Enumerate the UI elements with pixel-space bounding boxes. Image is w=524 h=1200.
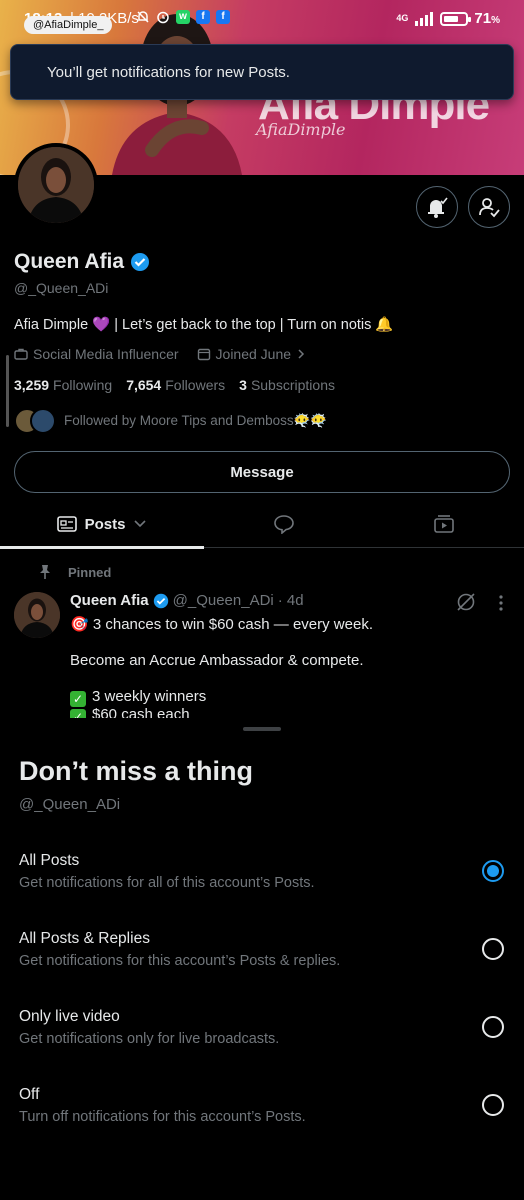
chevron-down-icon (134, 520, 146, 528)
video-media-icon (434, 515, 454, 533)
banner-handle-chip: @AfiaDimple_ (24, 16, 113, 34)
post-header: Queen Afia @_Queen_ADi · 4d (70, 592, 304, 609)
option-description: Get notifications only for live broadcas… (19, 1031, 280, 1047)
profile-avatar[interactable] (14, 143, 98, 227)
check-mark-icon: ✓ (70, 691, 86, 707)
battery-fill (444, 15, 459, 22)
tab-active-indicator (0, 546, 204, 549)
post-author-name[interactable]: Queen Afia (70, 592, 149, 609)
post-avatar-photo (14, 592, 60, 638)
reply-bubble-icon (274, 515, 294, 534)
radio-all-posts[interactable] (482, 860, 504, 882)
alarm-icon (157, 11, 169, 24)
option-label: Only live video (19, 1008, 120, 1025)
pin-icon (40, 565, 50, 579)
tab-replies[interactable] (204, 500, 364, 548)
option-off[interactable]: Off Turn off notifications for this acco… (0, 1086, 524, 1150)
notification-settings-sheet: Don’t miss a thing @_Queen_ADi All Posts… (0, 718, 524, 1200)
signal-icon (415, 11, 434, 26)
radio-all-posts-replies[interactable] (482, 938, 504, 960)
post-text-line-2: Become an Accrue Ambassador & compete. (70, 652, 364, 669)
profile-handle: @_Queen_ADi (14, 280, 109, 296)
post-author-handle: @_Queen_ADi (172, 592, 274, 609)
profile-bio: Afia Dimple 💜 | Let’s get back to the to… (14, 317, 394, 333)
following-stat[interactable]: 3,259 Following (14, 377, 112, 393)
profile-name: Queen Afia (14, 250, 125, 273)
followers-stat[interactable]: 7,654 Followers (126, 377, 225, 393)
facebook-icon: f (196, 10, 210, 24)
option-label: All Posts & Replies (19, 930, 150, 947)
profile-joined[interactable]: Joined June (197, 346, 307, 362)
subscriptions-stat[interactable]: 3 Subscriptions (239, 377, 335, 393)
profile-meta: Social Media Influencer Joined June (14, 346, 306, 362)
battery-icon (440, 11, 472, 26)
option-label: All Posts (19, 852, 80, 869)
bell-check-icon (428, 197, 448, 218)
radio-only-live-video[interactable] (482, 1016, 504, 1038)
banner-signature: AfiaDimple (256, 120, 346, 139)
person-check-icon (479, 198, 500, 218)
posts-feed-icon (56, 516, 77, 532)
avatar-photo (18, 147, 94, 223)
option-all-posts[interactable]: All Posts Get notifications for all of t… (0, 852, 524, 916)
pinned-indicator: Pinned (38, 564, 111, 580)
post-time: · 4d (277, 592, 304, 609)
network-type: 4G (396, 13, 409, 23)
option-label: Off (19, 1086, 40, 1103)
tab-media[interactable] (364, 500, 524, 548)
post-text-line-3: ✓ 3 weekly winners (70, 688, 206, 707)
battery-percent: 71% (474, 10, 500, 27)
option-description: Turn off notifications for this account’… (19, 1109, 306, 1125)
notifications-button[interactable] (416, 186, 458, 228)
status-notification-icons: w f f (136, 10, 230, 24)
sheet-drag-handle[interactable] (243, 727, 281, 731)
sheet-title: Don’t miss a thing (19, 756, 254, 786)
option-description: Get notifications for this account’s Pos… (19, 953, 341, 969)
whatsapp-icon: w (176, 10, 190, 24)
status-right: 4G 71% (396, 10, 500, 27)
bell-muted-icon (137, 11, 149, 23)
radio-off[interactable] (482, 1094, 504, 1116)
profile-category: Social Media Influencer (14, 346, 179, 362)
verified-badge-icon[interactable] (130, 252, 150, 272)
profile-name-row: Queen Afia (14, 250, 150, 274)
option-only-live-video[interactable]: Only live video Get notifications only f… (0, 1008, 524, 1072)
post-text-line-1: 🎯 3 chances to win $60 cash — every week… (70, 616, 373, 633)
notification-toast: You’ll get notifications for new Posts. (10, 44, 514, 100)
option-description: Get notifications for all of this accoun… (19, 875, 315, 891)
option-all-posts-replies[interactable]: All Posts & Replies Get notifications fo… (0, 930, 524, 994)
chevron-right-icon (298, 349, 305, 359)
more-options-icon[interactable] (496, 594, 506, 612)
profile-stats: 3,259 Following 7,654 Followers 3 Subscript… (14, 377, 335, 393)
followed-by[interactable]: Followed by Moore Tips and Demboss😶‍🌫️😶‍… (14, 408, 327, 434)
post-author-avatar[interactable] (14, 592, 60, 638)
briefcase-icon (14, 348, 28, 360)
tab-posts[interactable]: Posts (0, 500, 204, 549)
follower-avatar-2 (30, 408, 56, 434)
post-verified-badge-icon (153, 593, 168, 608)
scroll-indicator (6, 355, 9, 427)
calendar-icon (197, 348, 210, 361)
facebook-icon-2: f (216, 10, 230, 24)
grok-icon[interactable] (456, 592, 476, 612)
profile-tabs: Posts (0, 500, 524, 549)
following-button[interactable] (468, 186, 510, 228)
sheet-handle: @_Queen_ADi (19, 796, 121, 813)
message-button[interactable]: Message (14, 451, 510, 493)
